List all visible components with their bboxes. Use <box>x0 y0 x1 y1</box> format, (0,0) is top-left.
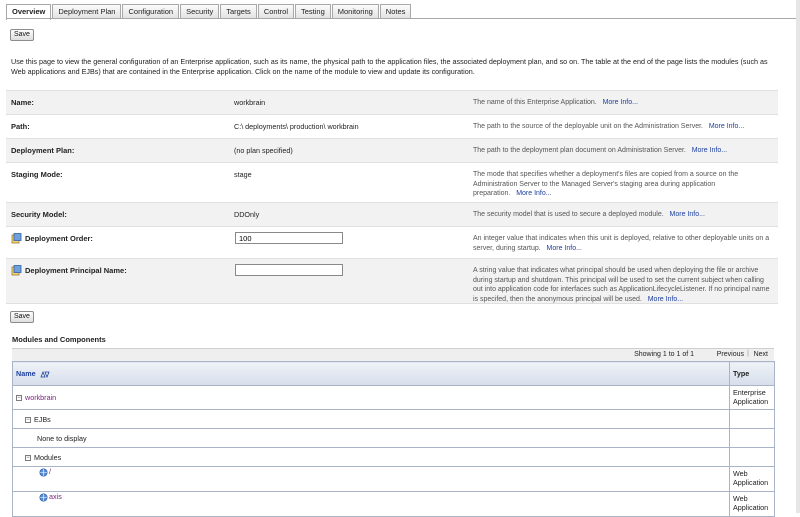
path-label: Path: <box>11 122 30 131</box>
modules-table: Name Type − workbrain Enterprise Applicat… <box>12 361 775 517</box>
table-header-row: Name Type <box>12 361 775 386</box>
module-axis-link[interactable]: axis <box>49 492 62 501</box>
security-label: Security Model: <box>11 210 67 219</box>
security-value: DDOnly <box>234 210 260 219</box>
row-deployment-order: Deployment Order: An integer value that … <box>6 226 778 258</box>
tab-configuration[interactable]: Configuration <box>122 4 180 18</box>
name-column-header[interactable]: Name <box>12 361 730 386</box>
table-row: − workbrain Enterprise Application <box>12 385 775 410</box>
path-description: The path to the source of the deployable… <box>473 122 773 132</box>
staging-desc-text: The mode that specifies whether a deploy… <box>473 171 739 197</box>
table-pagination-bar: Showing 1 to 1 of 1 Previous | Next <box>12 348 774 361</box>
deployment-order-input[interactable] <box>235 232 343 244</box>
staging-label: Staging Mode: <box>11 170 63 179</box>
collapse-icon[interactable]: − <box>25 454 31 461</box>
app-name-link[interactable]: workbrain <box>25 393 56 402</box>
deployment-principal-input[interactable] <box>235 264 343 276</box>
order-description: An integer value that indicates when thi… <box>473 234 773 253</box>
tab-targets[interactable]: Targets <box>220 4 257 18</box>
module-root-type: Web Application <box>729 466 775 492</box>
order-desc-text: An integer value that indicates when thi… <box>473 235 770 252</box>
sort-icon[interactable] <box>39 370 50 378</box>
config-change-icon <box>11 233 22 244</box>
name-value: workbrain <box>234 98 266 107</box>
order-label: Deployment Order: <box>25 234 93 243</box>
row-deployment-principal: Deployment Principal Name: A string valu… <box>6 258 778 304</box>
order-more-info-link[interactable]: More Info... <box>547 245 582 252</box>
web-module-icon <box>39 468 48 477</box>
web-module-icon <box>39 493 48 502</box>
tab-testing[interactable]: Testing <box>295 4 331 18</box>
module-root-cell: / <box>12 466 730 492</box>
none-type-cell <box>729 428 775 448</box>
ejbs-cell: − EJBs <box>12 409 730 429</box>
ejbs-type-cell <box>729 409 775 429</box>
tab-divider <box>6 18 800 19</box>
security-description: The security model that is used to secur… <box>473 210 773 220</box>
principal-description: A string value that indicates what princ… <box>473 266 773 304</box>
tab-control[interactable]: Control <box>257 4 294 18</box>
modules-type-cell <box>729 447 775 467</box>
name-label: Name: <box>11 98 34 107</box>
staging-description: The mode that specifies whether a deploy… <box>473 170 773 199</box>
modules-section-title: Modules and Components <box>12 335 106 344</box>
path-value: C:\ deployments\ production\ workbrain <box>234 122 359 131</box>
name-desc-text: The name of this Enterprise Application. <box>473 99 597 106</box>
tab-bar: Overview Deployment Plan Configuration S… <box>6 4 412 20</box>
vertical-scrollbar[interactable] <box>796 0 800 513</box>
pagination-status: Showing 1 to 1 of 1 <box>634 351 694 358</box>
name-description: The name of this Enterprise Application.… <box>473 98 773 108</box>
principal-more-info-link[interactable]: More Info... <box>648 296 683 303</box>
principal-desc-text: A string value that indicates what princ… <box>473 267 770 303</box>
tab-notes[interactable]: Notes <box>379 4 412 18</box>
save-button-top[interactable]: Save <box>10 29 34 41</box>
name-column-label: Name <box>16 369 36 378</box>
type-column-header[interactable]: Type <box>729 361 775 386</box>
modules-label: Modules <box>34 452 62 462</box>
security-more-info-link[interactable]: More Info... <box>670 211 705 218</box>
row-path: Path: C:\ deployments\ production\ workb… <box>6 114 778 138</box>
next-link[interactable]: Next <box>754 351 768 358</box>
plan-value: (no plan specified) <box>234 146 293 155</box>
name-more-info-link[interactable]: More Info... <box>603 99 638 106</box>
security-desc-text: The security model that is used to secur… <box>473 211 664 218</box>
row-name: Name: workbrain The name of this Enterpr… <box>6 90 778 114</box>
principal-label: Deployment Principal Name: <box>25 266 127 275</box>
plan-description: The path to the deployment plan document… <box>473 146 773 156</box>
previous-link[interactable]: Previous <box>717 351 744 358</box>
table-row: − Modules <box>12 447 775 467</box>
app-name-cell: − workbrain <box>12 385 730 410</box>
ejbs-label: EJBs <box>34 414 51 424</box>
row-staging-mode: Staging Mode: stage The mode that specif… <box>6 162 778 202</box>
path-more-info-link[interactable]: More Info... <box>709 123 744 130</box>
staging-value: stage <box>234 170 252 179</box>
module-root-link[interactable]: / <box>49 467 51 476</box>
tab-monitoring[interactable]: Monitoring <box>331 4 379 18</box>
config-change-icon <box>11 265 22 276</box>
table-row: None to display <box>12 428 775 448</box>
plan-more-info-link[interactable]: More Info... <box>692 147 727 154</box>
pagination-separator: | <box>747 350 749 357</box>
page-description: Use this page to view the general config… <box>11 57 768 76</box>
modules-cell: − Modules <box>12 447 730 467</box>
staging-more-info-link[interactable]: More Info... <box>516 190 551 197</box>
plan-desc-text: The path to the deployment plan document… <box>473 147 686 154</box>
table-row: / Web Application <box>12 466 775 492</box>
path-desc-text: The path to the source of the deployable… <box>473 123 703 130</box>
tab-security[interactable]: Security <box>180 4 220 18</box>
collapse-icon[interactable]: − <box>16 395 22 402</box>
row-security-model: Security Model: DDOnly The security mode… <box>6 202 778 226</box>
plan-label: Deployment Plan: <box>11 146 75 155</box>
save-button-bottom[interactable]: Save <box>10 311 34 323</box>
row-deployment-plan: Deployment Plan: (no plan specified) The… <box>6 138 778 162</box>
collapse-icon[interactable]: − <box>25 416 31 423</box>
none-cell: None to display <box>12 428 730 448</box>
tab-deployment-plan[interactable]: Deployment Plan <box>52 4 122 18</box>
app-type-cell: Enterprise Application <box>729 385 775 410</box>
table-row: − EJBs <box>12 409 775 429</box>
